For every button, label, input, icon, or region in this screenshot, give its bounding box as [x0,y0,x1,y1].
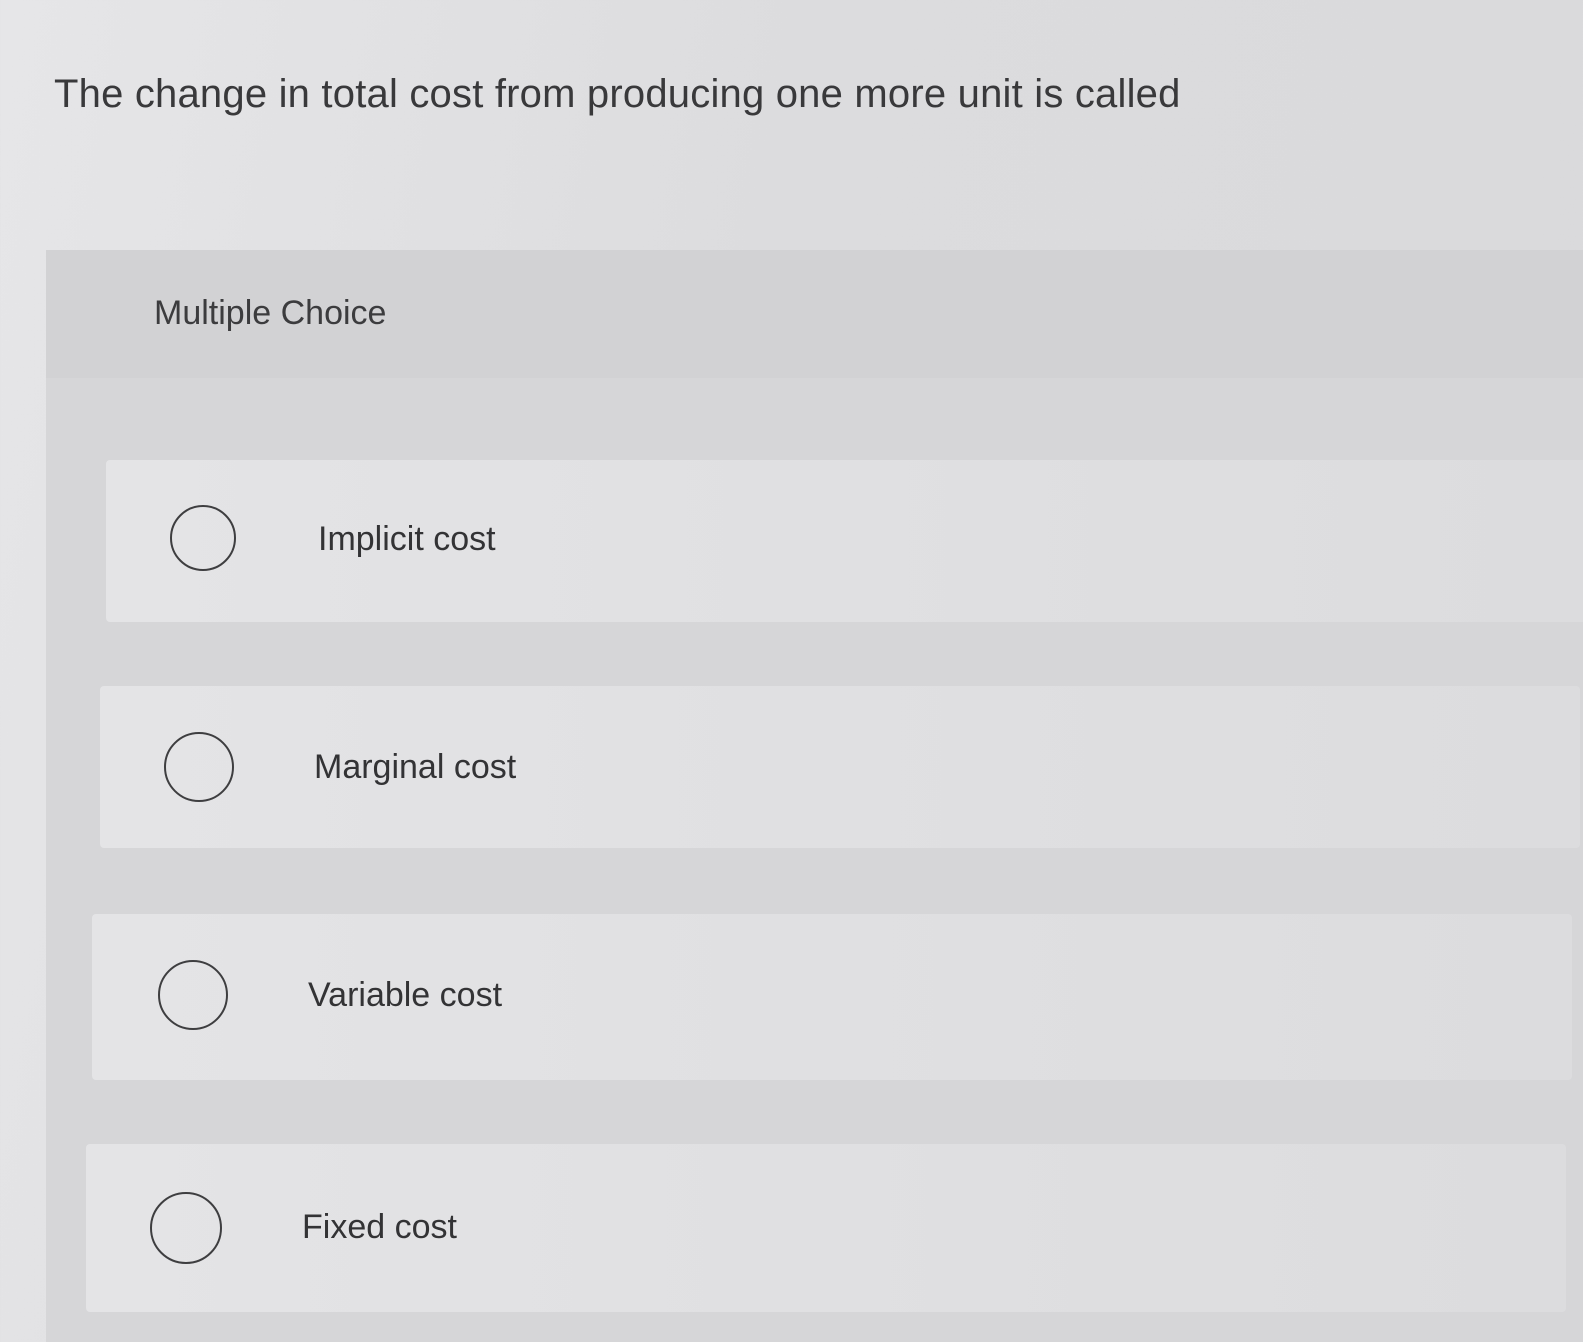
multiple-choice-header: Multiple Choice [46,250,1583,378]
multiple-choice-label: Multiple Choice [154,294,387,332]
option-label: Fixed cost [302,1208,457,1246]
option-label: Marginal cost [314,748,517,786]
radio-button-icon[interactable] [164,732,234,802]
option-marginal-cost[interactable]: Marginal cost [100,686,1580,848]
radio-button-icon[interactable] [158,960,228,1030]
radio-button-icon[interactable] [170,505,236,571]
option-label: Variable cost [308,976,503,1014]
option-fixed-cost[interactable]: Fixed cost [86,1144,1566,1312]
option-label: Implicit cost [318,520,496,558]
multiple-choice-panel: Multiple Choice Implicit cost Marginal c… [46,250,1583,1342]
question-text: The change in total cost from producing … [54,72,1181,116]
option-variable-cost[interactable]: Variable cost [92,914,1572,1080]
option-implicit-cost[interactable]: Implicit cost [106,460,1583,622]
radio-button-icon[interactable] [150,1192,222,1264]
